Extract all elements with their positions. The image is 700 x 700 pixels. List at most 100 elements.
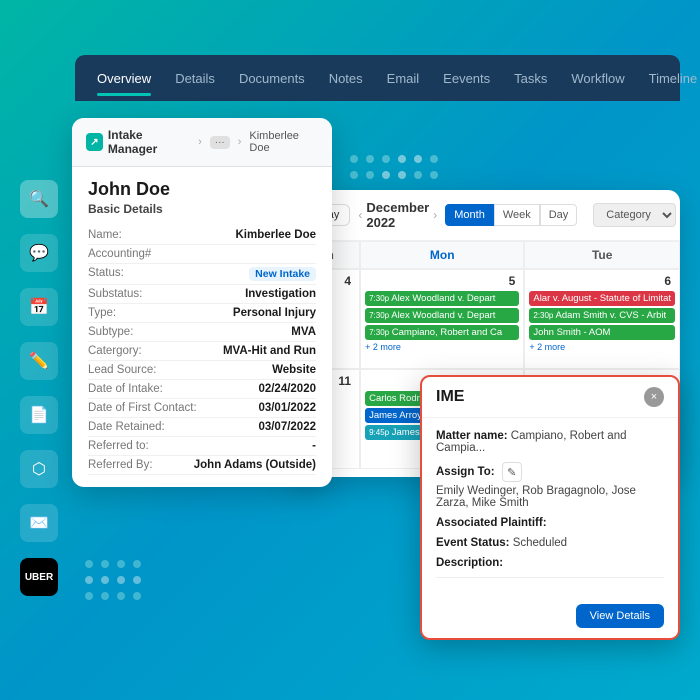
label-intake-date: Date of Intake:: [88, 383, 163, 395]
dot-decoration-top: [350, 155, 438, 179]
ime-plaintiff-row: Associated Plaintiff:: [436, 517, 664, 529]
ime-desc-label: Description:: [436, 557, 503, 569]
dot-decoration-bottom: [85, 560, 141, 600]
detail-row-leadsource: Lead Source: Website: [88, 361, 316, 380]
ime-footer: View Details: [422, 596, 678, 638]
label-accounting: Accounting#: [88, 248, 151, 260]
calendar-nav: ‹ December 2022 ›: [358, 200, 437, 230]
next-month-chevron[interactable]: ›: [433, 208, 437, 222]
event-5-2[interactable]: 7:30p Alex Woodland v. Depart: [365, 308, 519, 323]
nav-notes[interactable]: Notes: [317, 63, 375, 94]
left-sidebar: 🔍 💬 📅 ✏️ 📄 ⬡ ✉️ UBER: [20, 180, 58, 596]
value-substatus: Investigation: [245, 288, 316, 300]
nav-timeline[interactable]: Timeline: [637, 63, 700, 94]
value-subtype: MVA: [291, 326, 316, 338]
label-referred-by: Referred By:: [88, 459, 153, 471]
event-6-more[interactable]: + 2 more: [529, 342, 675, 352]
value-first-contact: 03/01/2022: [258, 402, 316, 414]
client-name: John Doe: [88, 179, 316, 200]
label-status: Status:: [88, 267, 124, 281]
status-badge: New Intake: [249, 267, 316, 281]
detail-row-substatus: Substatus: Investigation: [88, 285, 316, 304]
detail-row-retained: Date Retained: 03/07/2022: [88, 418, 316, 437]
label-subtype: Subtype:: [88, 326, 133, 338]
breadcrumb-sep-1: ›: [198, 136, 202, 148]
label-name: Name:: [88, 229, 122, 241]
ime-assign-label: Assign To:: [436, 466, 495, 478]
cal-date-5: 5: [365, 274, 519, 288]
ime-divider: [436, 577, 664, 578]
breadcrumb-dots[interactable]: ···: [210, 136, 230, 149]
ime-plaintiff-label: Associated Plaintiff:: [436, 517, 547, 529]
top-navigation: Overview Details Documents Notes Email E…: [75, 55, 680, 101]
detail-row-subtype: Subtype: MVA: [88, 323, 316, 342]
ime-popup-card: IME × Matter name: Campiano, Robert and …: [420, 375, 680, 640]
detail-row-intake-date: Date of Intake: 02/24/2020: [88, 380, 316, 399]
detail-row-first-contact: Date of First Contact: 03/01/2022: [88, 399, 316, 418]
detail-row-type: Type: Personal Injury: [88, 304, 316, 323]
uber-sidebar-icon[interactable]: UBER: [20, 558, 58, 596]
prev-month-chevron[interactable]: ‹: [358, 208, 362, 222]
ime-close-button[interactable]: ×: [644, 387, 664, 407]
event-6-2[interactable]: 2:30p Adam Smith v. CVS - Arbit: [529, 308, 675, 323]
event-5-more[interactable]: + 2 more: [365, 342, 519, 352]
document-sidebar-icon[interactable]: 📄: [20, 396, 58, 434]
intake-section: Basic Details: [88, 202, 316, 216]
ime-matter-label: Matter name:: [436, 430, 508, 442]
nav-tasks[interactable]: Tasks: [502, 63, 559, 94]
nav-documents[interactable]: Documents: [227, 63, 317, 94]
ime-header: IME ×: [422, 377, 678, 418]
nav-overview[interactable]: Overview: [85, 63, 163, 94]
ime-body: Matter name: Campiano, Robert and Campia…: [422, 418, 678, 596]
label-substatus: Substatus:: [88, 288, 142, 300]
event-5-1[interactable]: 7:30p Alex Woodland v. Depart: [365, 291, 519, 306]
ime-assign-row: Assign To: ✎ Emily Wedinger, Rob Bragagn…: [436, 462, 664, 509]
day-header-tue: Tue: [524, 241, 680, 269]
calendar-sidebar-icon[interactable]: 📅: [20, 288, 58, 326]
breadcrumb-sep-2: ›: [238, 136, 242, 148]
month-view-btn[interactable]: Month: [445, 204, 494, 226]
event-5-3[interactable]: 7:30p Campiano, Robert and Ca: [365, 325, 519, 340]
month-year-label: December 2022: [366, 200, 429, 230]
label-type: Type:: [88, 307, 116, 319]
mail-sidebar-icon[interactable]: ✉️: [20, 504, 58, 542]
ime-title: IME: [436, 388, 464, 406]
chat-sidebar-icon[interactable]: 💬: [20, 234, 58, 272]
cal-day-5: 5 7:30p Alex Woodland v. Depart 7:30p Al…: [360, 269, 524, 369]
calendar-header: Today ‹ December 2022 › Month Week Day C…: [285, 190, 680, 241]
nav-email[interactable]: Email: [375, 63, 432, 94]
view-details-button[interactable]: View Details: [576, 604, 664, 628]
nav-details[interactable]: Details: [163, 63, 227, 94]
value-retained: 03/07/2022: [258, 421, 316, 433]
intake-manager-card: Intake Manager › ··· › Kimberlee Doe Joh…: [72, 118, 332, 487]
event-6-3[interactable]: John Smith - AOM: [529, 325, 675, 340]
day-header-mon: Mon: [360, 241, 524, 269]
ime-assign-edit-icon[interactable]: ✎: [502, 462, 522, 482]
edit-sidebar-icon[interactable]: ✏️: [20, 342, 58, 380]
intake-header: Intake Manager › ··· › Kimberlee Doe: [72, 118, 332, 167]
ime-status-row: Event Status: Scheduled: [436, 537, 664, 549]
ime-assign-value: Emily Wedinger, Rob Bragagnolo, Jose Zar…: [436, 485, 664, 509]
ime-desc-row: Description:: [436, 557, 664, 569]
search-sidebar-icon[interactable]: 🔍: [20, 180, 58, 218]
detail-row-name: Name: Kimberlee Doe: [88, 226, 316, 245]
detail-row-accounting: Accounting#: [88, 245, 316, 264]
label-retained: Date Retained:: [88, 421, 165, 433]
intake-body: John Doe Basic Details Name: Kimberlee D…: [72, 167, 332, 487]
label-referred-to: Referred to:: [88, 440, 149, 452]
value-type: Personal Injury: [233, 307, 316, 319]
cal-day-6: 6 Alar v. August - Statute of Limitat 2:…: [524, 269, 680, 369]
network-sidebar-icon[interactable]: ⬡: [20, 450, 58, 488]
value-intake-date: 02/24/2020: [258, 383, 316, 395]
nav-workflow[interactable]: Workflow: [559, 63, 636, 94]
detail-row-category: Catergory: MVA-Hit and Run: [88, 342, 316, 361]
day-view-btn[interactable]: Day: [540, 204, 578, 226]
ime-assign-content: Assign To: ✎ Emily Wedinger, Rob Bragagn…: [436, 462, 664, 509]
category-select[interactable]: Category: [593, 203, 676, 227]
label-category: Catergory:: [88, 345, 142, 357]
label-leadsource: Lead Source:: [88, 364, 156, 376]
value-referred-to: -: [312, 440, 316, 452]
week-view-btn[interactable]: Week: [494, 204, 540, 226]
nav-eevents[interactable]: Eevents: [431, 63, 502, 94]
event-6-1[interactable]: Alar v. August - Statute of Limitat: [529, 291, 675, 306]
